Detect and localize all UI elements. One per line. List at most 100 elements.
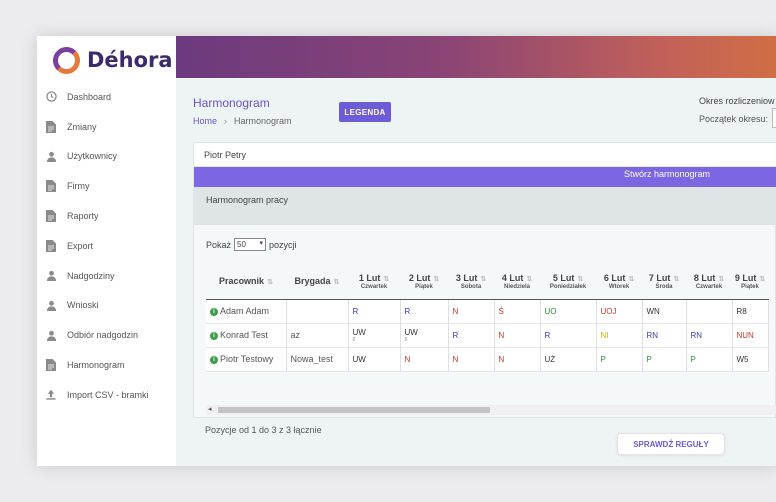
section-title: Harmonogram pracy — [206, 195, 289, 205]
shift-code: P — [646, 354, 652, 364]
sidebar-item-label: Harmonogram — [67, 360, 125, 371]
sort-icon: ⇅ — [759, 275, 766, 283]
schedule-cell[interactable]: R — [540, 323, 597, 348]
sidebar: Déhora Dashboard Zmiany Użytkownicy Firmy Ra… — [37, 36, 176, 466]
period-label: Okres rozliczeniow — [699, 96, 775, 106]
schedule-cell[interactable]: UW — [348, 347, 401, 372]
upload-icon — [45, 389, 57, 401]
day-date: 2 Lut — [408, 272, 431, 283]
sidebar-item-użytkownicy[interactable]: Użytkownicy — [37, 142, 176, 172]
schedule-cell[interactable]: R8 — [732, 299, 769, 324]
info-icon[interactable]: i — [210, 332, 218, 340]
shift-code: UW — [352, 354, 366, 364]
column-header-day[interactable]: 9 Lut ⇅ Piątek — [732, 264, 768, 300]
app-window: Déhora Dashboard Zmiany Użytkownicy Firmy Ra… — [37, 36, 776, 466]
day-name: Czwartek — [695, 283, 723, 290]
column-header-label: Pracownik — [219, 276, 265, 287]
show-prefix: Pokaż — [206, 239, 232, 250]
employee-cell[interactable]: i Konrad Test — [206, 323, 287, 348]
schedule-cell[interactable] — [686, 299, 733, 324]
day-date: 9 Lut — [734, 272, 757, 283]
schedule-cell[interactable]: R — [448, 323, 495, 348]
schedule-cell[interactable]: N — [494, 347, 541, 372]
column-header-day[interactable]: 3 Lut ⇅ Sobota — [448, 264, 494, 300]
document-icon — [45, 180, 57, 193]
period-start-input[interactable] — [772, 108, 776, 128]
schedule-cell[interactable]: UW 8 — [348, 323, 401, 348]
employee-cell[interactable]: i Piotr Testowy — [206, 347, 287, 372]
schedule-cell[interactable]: P — [686, 347, 733, 372]
sidebar-item-firmy[interactable]: Firmy — [37, 171, 176, 201]
schedule-cell[interactable]: NI — [596, 323, 643, 348]
action-bar: Stwórz harmonogram — [194, 167, 776, 187]
shift-code: N — [452, 306, 459, 316]
column-header-employee[interactable]: Pracownik ⇅ — [206, 264, 286, 300]
sidebar-item-import-csv-bramki[interactable]: Import CSV - bramki — [37, 380, 176, 410]
employee-cell[interactable]: i Adam Adam — [206, 299, 287, 324]
schedule-cell[interactable]: NUN — [732, 323, 769, 348]
day-date: 5 Lut — [552, 272, 575, 283]
check-rules-button[interactable]: SPRAWDŹ REGUŁY — [617, 433, 725, 455]
sidebar-item-harmonogram[interactable]: Harmonogram — [37, 350, 176, 380]
schedule-cell[interactable]: N — [448, 299, 495, 324]
page-length-select[interactable]: 50 ▾ — [234, 238, 267, 251]
scroll-left-icon[interactable]: ◂ — [208, 405, 212, 413]
brand-logo[interactable]: Déhora — [53, 44, 173, 76]
column-header-day[interactable]: 5 Lut ⇅ Poniedziałek — [540, 264, 596, 300]
sort-icon: ⇅ — [383, 275, 390, 283]
shift-code: RN — [690, 330, 703, 340]
shift-hours: 8 — [352, 336, 356, 343]
schedule-cell[interactable]: R — [348, 299, 401, 324]
sidebar-item-label: Odbiór nadgodzin — [67, 330, 139, 341]
document-icon — [45, 239, 57, 252]
sidebar-item-nadgodziny[interactable]: Nadgodziny — [37, 261, 176, 291]
schedule-cell[interactable]: UW 8 — [400, 323, 449, 348]
column-header-day[interactable]: 6 Lut ⇅ Wtorek — [596, 264, 642, 300]
shift-code: UW — [352, 327, 366, 337]
schedule-cell[interactable]: UOJ — [596, 299, 643, 324]
schedule-cell[interactable]: RN — [642, 323, 687, 348]
schedule-cell[interactable]: UO — [540, 299, 597, 324]
user-icon — [45, 299, 57, 311]
horizontal-scrollbar[interactable]: ◂ — [206, 405, 776, 415]
sidebar-item-dashboard[interactable]: Dashboard — [37, 82, 176, 112]
sidebar-item-wnioski[interactable]: Wnioski — [37, 291, 176, 321]
sidebar-item-odbiór-nadgodzin[interactable]: Odbiór nadgodzin — [37, 320, 176, 350]
column-header-brigade[interactable]: Brygada ⇅ — [286, 264, 348, 300]
schedule-cell[interactable]: P — [642, 347, 687, 372]
info-icon[interactable]: i — [210, 356, 218, 364]
sidebar-item-zmiany[interactable]: Zmiany — [37, 112, 176, 142]
sidebar-item-raporty[interactable]: Raporty — [37, 201, 176, 231]
shift-code: R — [452, 330, 459, 340]
schedule-cell[interactable]: RN — [686, 323, 733, 348]
legend-button[interactable]: LEGENDA — [339, 102, 391, 122]
column-header-day[interactable]: 7 Lut ⇅ Środa — [642, 264, 686, 300]
schedule-cell[interactable]: UŻ — [540, 347, 597, 372]
schedule-cell[interactable]: W5 — [732, 347, 769, 372]
employee-name: Konrad Test — [220, 330, 268, 340]
schedule-cell[interactable]: R — [400, 299, 449, 324]
create-schedule-button[interactable]: Stwórz harmonogram — [624, 169, 710, 179]
schedule-card: Piotr Petry Stwórz harmonogram Harmonogr… — [193, 142, 776, 418]
schedule-cell[interactable]: N — [448, 347, 495, 372]
schedule-cell[interactable]: N — [494, 323, 541, 348]
sidebar-item-label: Import CSV - bramki — [67, 389, 149, 400]
shift-code: N — [498, 330, 505, 340]
schedule-cell[interactable]: P — [596, 347, 643, 372]
schedule-cell[interactable]: WN — [642, 299, 687, 324]
info-icon[interactable]: i — [210, 308, 218, 316]
column-header-day[interactable]: 8 Lut ⇅ Czwartek — [686, 264, 732, 300]
shift-code: NUN — [736, 330, 754, 340]
scroll-thumb[interactable] — [218, 407, 490, 413]
schedule-cell[interactable]: N — [400, 347, 449, 372]
breadcrumb-home[interactable]: Home — [193, 116, 217, 126]
sort-icon: ⇅ — [577, 275, 584, 283]
column-header-day[interactable]: 1 Lut ⇅ Czwartek — [348, 264, 400, 300]
employee-select[interactable]: Piotr Petry — [194, 143, 776, 167]
sidebar-item-export[interactable]: Export — [37, 231, 176, 261]
document-icon — [45, 120, 57, 133]
column-header-day[interactable]: 4 Lut ⇅ Niedziela — [494, 264, 540, 300]
shift-code: R — [352, 306, 359, 316]
column-header-day[interactable]: 2 Lut ⇅ Piątek — [400, 264, 448, 300]
schedule-cell[interactable]: Ś — [494, 299, 541, 324]
